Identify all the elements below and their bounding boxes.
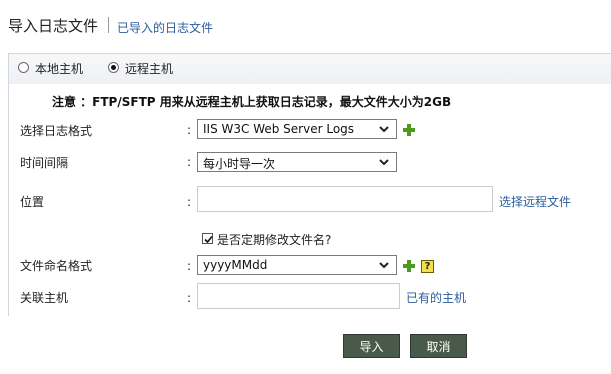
colon: : <box>187 123 192 137</box>
filename-format-value: yyyyMMdd <box>203 258 268 272</box>
colon: : <box>187 195 192 209</box>
add-icon[interactable] <box>402 123 416 137</box>
location-label: 位置 <box>20 195 45 209</box>
radio-local-host-label[interactable]: 本地主机 <box>35 60 83 77</box>
add-icon[interactable] <box>402 259 416 273</box>
notice-text: 注意 ：FTP/SFTP 用来从远程主机上获取日志记录，最大文件大小为2GB <box>52 95 452 109</box>
radio-remote-host-label[interactable]: 远程主机 <box>125 60 173 77</box>
filename-format-label: 文件命名格式 <box>20 259 93 273</box>
filename-format-select[interactable]: yyyyMMdd <box>197 255 397 275</box>
interval-label: 时间间隔 <box>20 156 69 170</box>
existing-hosts-link[interactable]: 已有的主机 <box>406 289 466 306</box>
colon: : <box>187 291 192 305</box>
host-input[interactable] <box>197 283 400 309</box>
dropdown-arrow-icon <box>379 126 389 133</box>
title-divider <box>108 17 109 33</box>
rename-checkbox-label[interactable]: 是否定期修改文件名? <box>217 231 331 248</box>
cancel-button[interactable]: 取消 <box>410 334 467 358</box>
select-remote-file-link[interactable]: 选择远程文件 <box>499 193 571 210</box>
rename-checkbox[interactable] <box>202 233 213 244</box>
log-format-value: IIS W3C Web Server Logs <box>203 122 355 136</box>
page-title: 导入日志文件 <box>8 17 99 35</box>
log-format-select[interactable]: IIS W3C Web Server Logs <box>197 119 397 139</box>
interval-select[interactable]: 每小时导一次 <box>197 152 397 172</box>
host-label: 关联主机 <box>20 291 69 305</box>
radio-remote-host[interactable] <box>108 62 119 73</box>
colon: : <box>187 259 192 273</box>
help-icon[interactable]: ? <box>421 260 434 273</box>
radio-local-host[interactable] <box>18 62 29 73</box>
dropdown-arrow-icon <box>379 262 389 269</box>
log-format-label: 选择日志格式 <box>20 124 93 138</box>
dropdown-arrow-icon <box>379 159 389 166</box>
imported-logs-link[interactable]: 已导入的日志文件 <box>117 19 213 36</box>
colon: : <box>187 155 192 169</box>
interval-value: 每小时导一次 <box>203 157 276 171</box>
import-button[interactable]: 导入 <box>343 334 400 358</box>
check-icon <box>204 235 213 244</box>
location-input[interactable] <box>197 186 493 212</box>
source-selector: 本地主机 远程主机 <box>8 53 611 84</box>
